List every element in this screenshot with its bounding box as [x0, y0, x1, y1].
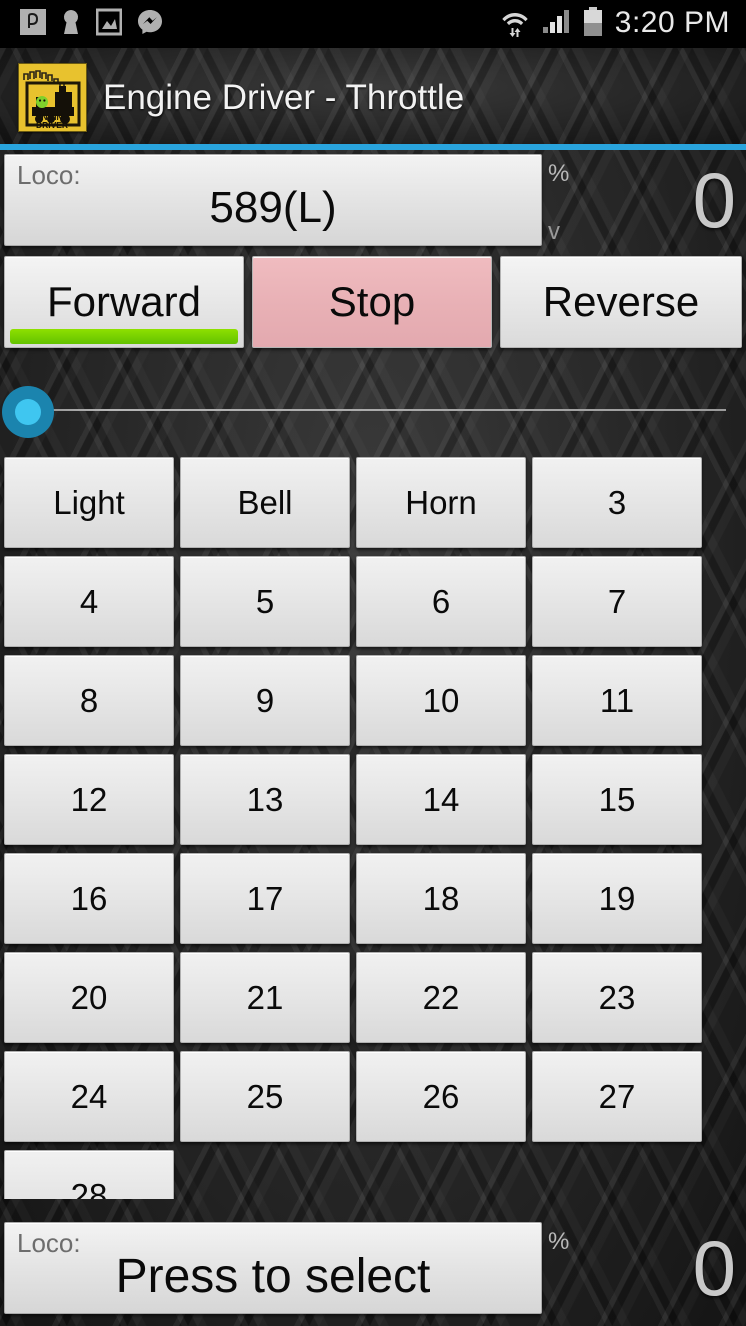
status-bar-notification-icons — [0, 7, 164, 42]
status-bar-system-icons: 3:20 PM — [500, 5, 746, 44]
function-button-25[interactable]: 25 — [180, 1051, 350, 1142]
function-button-label: 26 — [422, 1078, 460, 1115]
engine-driver-app-icon: ENGINE DRIVER — [18, 62, 87, 132]
percent-label-bottom: % — [548, 1228, 570, 1255]
function-button-11[interactable]: 11 — [532, 655, 702, 746]
function-button-14[interactable]: 14 — [356, 754, 526, 845]
volts-label-top: v — [548, 218, 560, 245]
function-button-label: 15 — [598, 781, 636, 818]
function-button-18[interactable]: 18 — [356, 853, 526, 944]
function-button-label: 17 — [246, 880, 284, 917]
throttle-slider-thumb[interactable] — [2, 386, 54, 438]
function-button-10[interactable]: 10 — [356, 655, 526, 746]
function-button-label: 13 — [246, 781, 284, 818]
forward-active-indicator — [10, 329, 238, 344]
function-button-9[interactable]: 9 — [180, 655, 350, 746]
function-button-8[interactable]: 8 — [4, 655, 174, 746]
function-button-horn[interactable]: Horn — [356, 457, 526, 548]
loco-select-button-bottom[interactable]: Loco: Press to select — [4, 1222, 542, 1314]
function-button-label: Horn — [405, 484, 477, 521]
function-button-label: 23 — [598, 979, 636, 1016]
status-bar-clock: 3:20 PM — [614, 6, 730, 39]
function-button-28[interactable]: 28 — [4, 1150, 174, 1199]
forward-button[interactable]: Forward — [4, 256, 244, 348]
function-button-label: 5 — [255, 583, 275, 620]
function-button-label: 20 — [70, 979, 108, 1016]
throttle-bottom-panel: Loco: Press to select % 0 — [0, 1218, 746, 1318]
wifi-transfer-icon — [500, 5, 530, 44]
function-button-label: Bell — [237, 484, 293, 521]
cell-signal-icon — [541, 7, 571, 42]
function-button-4[interactable]: 4 — [4, 556, 174, 647]
function-button-26[interactable]: 26 — [356, 1051, 526, 1142]
app-icon-text-bottom: DRIVER — [36, 120, 68, 130]
throttle-slider[interactable] — [0, 372, 746, 450]
function-button-label: 8 — [79, 682, 99, 719]
function-button-grid: Light Bell Horn 3 4 5 6 7 8 9 10 11 12 13 14 15 16 17 18 19… — [0, 457, 746, 1199]
throttle-top-panel: Loco: 589(L) % v 0 — [0, 150, 746, 250]
function-button-label: 22 — [422, 979, 460, 1016]
stop-button[interactable]: Stop — [252, 256, 492, 348]
function-button-label: 24 — [70, 1078, 108, 1115]
function-button-21[interactable]: 21 — [180, 952, 350, 1043]
periscope-icon — [20, 7, 46, 42]
stop-button-label: Stop — [328, 278, 416, 325]
loco-value-bottom: Press to select — [115, 1249, 431, 1303]
function-button-label: 11 — [599, 682, 635, 719]
forward-button-label: Forward — [46, 278, 202, 325]
function-button-3[interactable]: 3 — [532, 457, 702, 548]
function-button-13[interactable]: 13 — [180, 754, 350, 845]
function-button-label: 27 — [598, 1078, 636, 1115]
function-button-label: 9 — [255, 682, 275, 719]
percent-label-top: % — [548, 160, 570, 187]
function-button-7[interactable]: 7 — [532, 556, 702, 647]
function-button-22[interactable]: 22 — [356, 952, 526, 1043]
function-button-15[interactable]: 15 — [532, 754, 702, 845]
function-button-bell[interactable]: Bell — [180, 457, 350, 548]
keyhole-icon — [60, 7, 82, 42]
function-button-6[interactable]: 6 — [356, 556, 526, 647]
function-button-27[interactable]: 27 — [532, 1051, 702, 1142]
page-title: Engine Driver - Throttle — [103, 77, 465, 117]
speed-value-top: 0 — [692, 156, 736, 244]
function-button-label: 10 — [422, 682, 460, 719]
function-button-24[interactable]: 24 — [4, 1051, 174, 1142]
throttle-slider-track[interactable] — [24, 409, 726, 411]
reverse-button-label: Reverse — [542, 278, 700, 325]
function-button-label: 14 — [422, 781, 460, 818]
function-button-17[interactable]: 17 — [180, 853, 350, 944]
status-bar: 3:20 PM — [0, 0, 746, 48]
loco-value-top: 589(L) — [209, 183, 337, 232]
function-button-20[interactable]: 20 — [4, 952, 174, 1043]
function-button-label: Light — [53, 484, 125, 521]
reverse-button[interactable]: Reverse — [500, 256, 742, 348]
function-button-label: 4 — [79, 583, 99, 620]
function-button-label: 25 — [246, 1078, 284, 1115]
title-bar: ENGINE DRIVER Engine Driver - Throttle — [0, 48, 746, 146]
function-button-12[interactable]: 12 — [4, 754, 174, 845]
function-button-label: 3 — [607, 484, 627, 521]
function-button-16[interactable]: 16 — [4, 853, 174, 944]
function-button-label: 21 — [246, 979, 284, 1016]
function-button-label: 18 — [422, 880, 460, 917]
messenger-icon — [136, 7, 164, 42]
direction-button-row: Forward Stop Reverse — [0, 256, 746, 348]
function-button-19[interactable]: 19 — [532, 853, 702, 944]
function-button-label: 19 — [598, 880, 636, 917]
photo-icon — [95, 7, 123, 42]
function-button-label: 16 — [70, 880, 108, 917]
function-button-label: 12 — [70, 781, 108, 818]
function-button-23[interactable]: 23 — [532, 952, 702, 1043]
function-button-label: 7 — [607, 583, 627, 620]
function-button-5[interactable]: 5 — [180, 556, 350, 647]
app-screen: 3:20 PM ENGINE DRIVER Engine Driver - Th… — [0, 0, 746, 1326]
loco-select-button-top[interactable]: Loco: 589(L) — [4, 154, 542, 246]
function-button-label: 28 — [70, 1177, 108, 1199]
battery-icon — [582, 6, 604, 43]
speed-value-bottom: 0 — [692, 1224, 736, 1312]
function-button-label: 6 — [431, 583, 451, 620]
function-button-light[interactable]: Light — [4, 457, 174, 548]
